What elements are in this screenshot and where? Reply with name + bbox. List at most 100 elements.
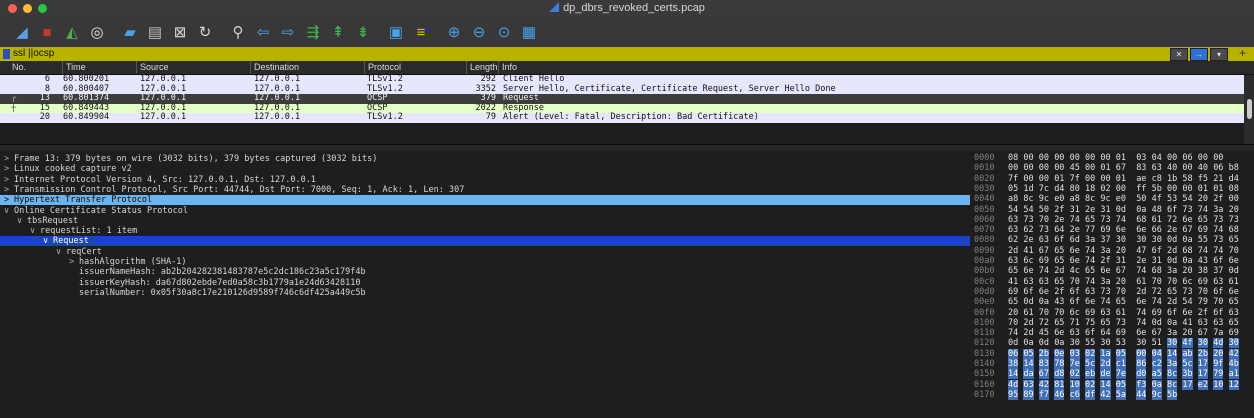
detail-tree-item[interactable]: > Frame 13: 379 bytes on wire (3032 bits)…: [0, 154, 970, 164]
hex-byte[interactable]: 6c: [1182, 277, 1192, 287]
hex-byte[interactable]: d4: [1229, 174, 1239, 184]
hex-byte[interactable]: 63: [1070, 328, 1080, 338]
go-first-packet-icon[interactable]: ⇞: [328, 22, 348, 42]
hex-byte[interactable]: 48: [1152, 205, 1162, 215]
hex-byte[interactable]: 05: [1008, 184, 1018, 194]
packet-list-scrollbar[interactable]: [1244, 75, 1254, 145]
hex-byte[interactable]: 14: [1023, 359, 1034, 369]
hex-byte[interactable]: 6e: [1229, 256, 1239, 266]
hex-byte[interactable]: 73: [1182, 287, 1192, 297]
hex-byte[interactable]: 00: [1213, 153, 1223, 163]
hex-byte[interactable]: 00: [1070, 153, 1080, 163]
hex-byte[interactable]: 6e: [1085, 297, 1095, 307]
hex-byte[interactable]: 01: [1198, 184, 1208, 194]
hex-byte[interactable]: 6e: [1182, 215, 1192, 225]
restart-capture-icon[interactable]: ◭: [62, 22, 82, 42]
hex-byte[interactable]: 4c: [1070, 266, 1080, 276]
hex-byte[interactable]: 14: [1008, 369, 1019, 380]
hex-byte[interactable]: 2d: [1023, 318, 1033, 328]
hex-byte[interactable]: 30: [1197, 338, 1209, 349]
hex-byte[interactable]: 06: [1213, 163, 1223, 173]
hex-byte[interactable]: 63: [1039, 235, 1049, 245]
hex-byte[interactable]: 0a: [1054, 338, 1064, 348]
hex-byte[interactable]: 69: [1100, 225, 1110, 235]
hex-byte[interactable]: 67: [1039, 246, 1049, 256]
hex-byte[interactable]: 54: [1182, 194, 1192, 204]
hex-byte[interactable]: 70: [1116, 287, 1126, 297]
hex-byte[interactable]: 80: [1070, 184, 1080, 194]
hex-byte[interactable]: 2d: [1100, 359, 1111, 369]
hex-byte[interactable]: 69: [1198, 277, 1208, 287]
hex-byte[interactable]: 73: [1182, 205, 1192, 215]
hex-byte[interactable]: 00: [1085, 153, 1095, 163]
hex-byte[interactable]: 43: [1054, 297, 1064, 307]
detail-tree-item[interactable]: > Transmission Control Protocol, Src Port…: [0, 185, 970, 195]
hex-byte[interactable]: 6f: [1213, 287, 1223, 297]
hex-byte[interactable]: 00: [1116, 184, 1126, 194]
hex-byte[interactable]: 00: [1198, 153, 1208, 163]
hex-byte[interactable]: ae: [1136, 174, 1146, 184]
hex-byte[interactable]: 81: [1054, 379, 1065, 390]
column-divider[interactable]: [498, 61, 499, 74]
detail-tree-item[interactable]: > Linux cooked capture v2: [0, 164, 970, 174]
hex-byte[interactable]: df: [1085, 389, 1096, 400]
hex-byte[interactable]: 6c: [1023, 256, 1033, 266]
hex-byte[interactable]: 68: [1152, 266, 1162, 276]
hex-byte[interactable]: 0d: [1023, 297, 1033, 307]
hex-byte[interactable]: 00: [1039, 163, 1049, 173]
hex-byte[interactable]: 69: [1085, 308, 1095, 318]
hex-byte[interactable]: 45: [1039, 328, 1049, 338]
hex-byte[interactable]: 69: [1039, 256, 1049, 266]
hex-byte[interactable]: 30: [1070, 338, 1080, 348]
hex-byte[interactable]: 6e: [1070, 256, 1080, 266]
apply-filter-button[interactable]: →: [1190, 48, 1208, 61]
hex-byte[interactable]: 38: [1198, 266, 1208, 276]
hex-byte[interactable]: 54: [1182, 297, 1192, 307]
hex-byte[interactable]: 4f: [1152, 194, 1162, 204]
hex-byte[interactable]: 00: [1054, 153, 1064, 163]
hex-byte[interactable]: 2d: [1136, 287, 1146, 297]
column-divider[interactable]: [136, 61, 137, 74]
hex-byte[interactable]: 55: [1085, 338, 1095, 348]
detail-tree-item[interactable]: ∨ Request: [0, 236, 970, 247]
hex-byte[interactable]: 31: [1152, 256, 1162, 266]
hex-byte[interactable]: 65: [1085, 266, 1095, 276]
zoom-out-icon[interactable]: ⊖: [469, 22, 489, 42]
hex-byte[interactable]: 02: [1085, 379, 1096, 390]
hex-byte[interactable]: 74: [1116, 215, 1126, 225]
hex-byte[interactable]: 02: [1085, 348, 1096, 359]
hex-byte[interactable]: 10: [1069, 379, 1080, 390]
hex-byte[interactable]: 41: [1182, 318, 1192, 328]
go-forward-icon[interactable]: ⇨: [278, 22, 298, 42]
hex-byte[interactable]: 02: [1069, 369, 1080, 380]
hex-byte[interactable]: 2f: [1054, 205, 1064, 215]
hex-byte[interactable]: 50: [1039, 205, 1049, 215]
display-filter-input[interactable]: ssl ||ocsp: [13, 48, 54, 59]
hex-byte[interactable]: 2e: [1070, 225, 1080, 235]
hex-byte[interactable]: c6: [1069, 389, 1080, 400]
hex-byte[interactable]: 00: [1167, 153, 1177, 163]
hex-byte[interactable]: 69: [1229, 328, 1239, 338]
hex-byte[interactable]: 01: [1100, 163, 1110, 173]
hex-byte[interactable]: 7f: [1008, 174, 1018, 184]
hex-byte[interactable]: 6f: [1213, 308, 1223, 318]
hex-byte[interactable]: 64: [1100, 328, 1110, 338]
hex-byte[interactable]: 20: [1008, 308, 1018, 318]
hex-byte[interactable]: 74: [1008, 328, 1018, 338]
hex-byte[interactable]: 2e: [1054, 215, 1064, 225]
hex-byte[interactable]: 37: [1100, 235, 1110, 245]
hex-byte[interactable]: 1b: [1167, 174, 1177, 184]
hex-byte[interactable]: 74: [1085, 277, 1095, 287]
hex-byte[interactable]: f7: [1038, 389, 1050, 400]
collapse-chevron-icon[interactable]: ∨: [17, 216, 22, 226]
hex-byte[interactable]: 67: [1152, 328, 1162, 338]
hex-byte[interactable]: 6f: [1070, 297, 1080, 307]
autoscroll-icon[interactable]: ▣: [386, 22, 406, 42]
hex-byte[interactable]: 04: [1152, 153, 1162, 163]
hex-byte[interactable]: 65: [1054, 277, 1064, 287]
hex-byte[interactable]: 3a: [1167, 266, 1177, 276]
column-divider[interactable]: [250, 61, 251, 74]
hex-byte[interactable]: 4d: [1008, 379, 1019, 390]
hex-byte[interactable]: 74: [1085, 256, 1095, 266]
hex-byte[interactable]: 65: [1100, 318, 1110, 328]
